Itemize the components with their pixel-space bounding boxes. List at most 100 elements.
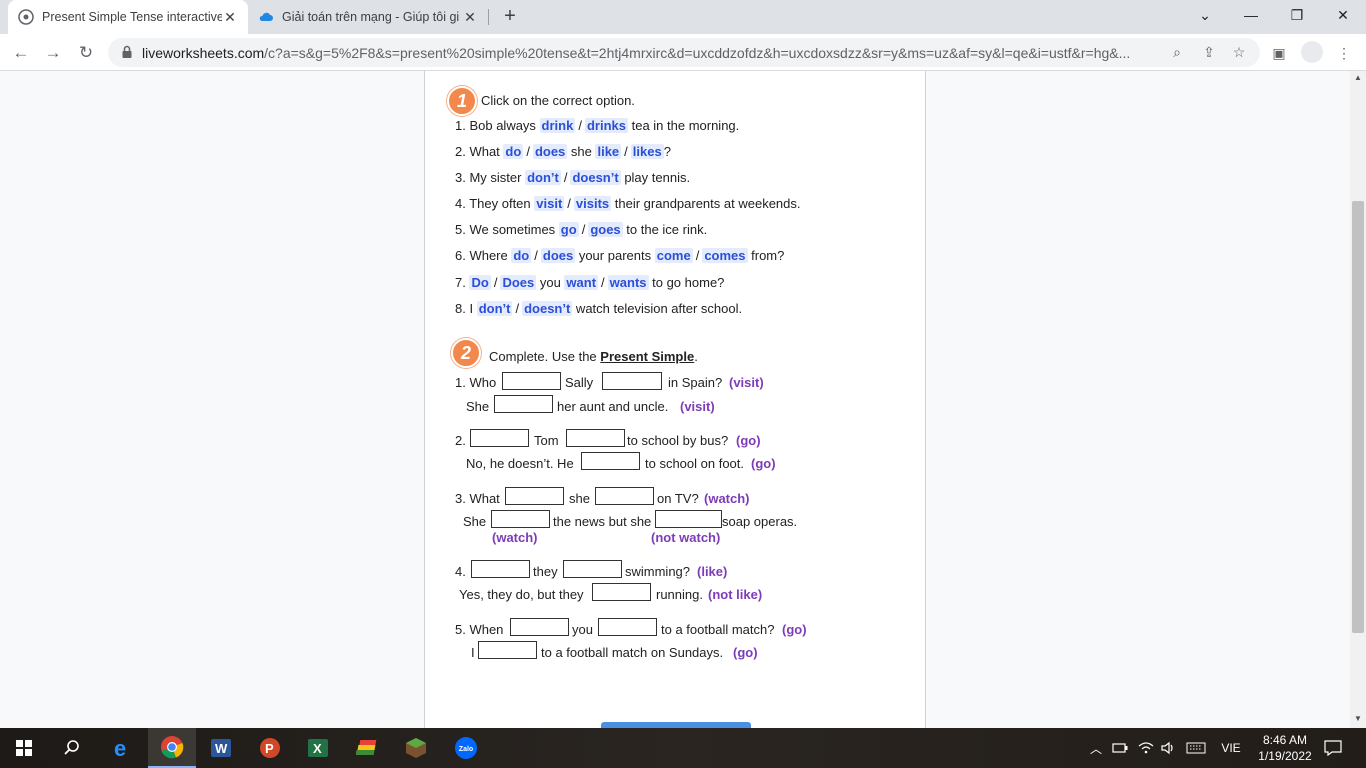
option-c-button[interactable]: come	[654, 248, 693, 263]
option-d-button[interactable]: wants	[607, 275, 649, 290]
q3-blank-1[interactable]	[505, 487, 564, 505]
input-language[interactable]: VIE	[1216, 728, 1246, 768]
option-b-button[interactable]: does	[532, 144, 568, 159]
q2-blank-1[interactable]	[470, 429, 529, 447]
q4-blank-1[interactable]	[471, 560, 530, 578]
option-a-button[interactable]: do	[503, 144, 524, 159]
q1-blank-1[interactable]	[502, 372, 561, 390]
exercise-1-item: 1. Bob always drink / drinks tea in the mo…	[455, 118, 739, 133]
reload-button[interactable]: ↻	[73, 40, 99, 66]
q4-hint: (like)	[697, 564, 728, 579]
menu-kebab-icon[interactable]: ⋮	[1332, 41, 1356, 65]
q1-reply-b: her aunt and uncle.	[557, 399, 669, 414]
tab-search-chevron-icon[interactable]: ⌄	[1182, 0, 1228, 30]
option-separator: /	[534, 248, 538, 263]
address-bar[interactable]: liveworksheets.com/c?a=s&g=5%2F8&s=prese…	[108, 38, 1260, 67]
profile-avatar-icon[interactable]	[1301, 41, 1323, 63]
battery-icon[interactable]	[1110, 728, 1130, 768]
option-b-button[interactable]: doesn’t	[570, 170, 621, 185]
minecraft-app[interactable]	[392, 728, 440, 768]
option-b-button[interactable]: does	[540, 248, 576, 263]
battery-shape	[1112, 743, 1128, 753]
item-text: tea in the morning.	[627, 118, 740, 133]
item-text: your parents	[575, 248, 655, 263]
edge-app[interactable]: e	[99, 728, 147, 768]
q1-blank-2[interactable]	[602, 372, 662, 390]
exercise-1-item: 5. We sometimes go / goes to the ice rink.	[455, 222, 707, 237]
close-tab-icon[interactable]: ✕	[462, 9, 478, 26]
item-text: 1. Bob always	[455, 118, 540, 133]
bookmark-star-icon[interactable]: ☆	[1230, 44, 1248, 62]
scrollbar-thumb[interactable]	[1352, 201, 1364, 633]
tab-present-simple[interactable]: Present Simple Tense interactive ✕	[8, 0, 248, 34]
q4-blank-2[interactable]	[563, 560, 622, 578]
q3-reply-hint-2: (not watch)	[651, 530, 721, 545]
tab-giai-toan[interactable]: Giải toán trên mạng - Giúp tôi gi ✕	[248, 0, 488, 34]
windows-taskbar: e W P X Zalo ︿ VIE 8:46 AM 1/19/2022	[0, 728, 1366, 768]
option-a-button[interactable]: drink	[539, 118, 576, 133]
option-b-button[interactable]: doesn’t	[522, 301, 573, 316]
option-separator: /	[601, 275, 605, 290]
share-icon[interactable]: ⇪	[1200, 44, 1218, 62]
scroll-down-arrow-icon[interactable]: ▼	[1350, 714, 1366, 723]
powerpoint-app[interactable]: P	[246, 728, 294, 768]
back-button[interactable]: ←	[8, 40, 34, 66]
q2-blank-2[interactable]	[566, 429, 625, 447]
q3-blank-2[interactable]	[595, 487, 654, 505]
q5-blank-3[interactable]	[478, 641, 537, 659]
side-panel-icon[interactable]: ▣	[1267, 41, 1291, 65]
option-d-button[interactable]: comes	[702, 248, 748, 263]
system-clock[interactable]: 8:46 AM 1/19/2022	[1250, 732, 1320, 764]
q2-blank-3[interactable]	[581, 452, 640, 470]
search-button[interactable]	[48, 728, 96, 768]
q4-blank-3[interactable]	[592, 583, 651, 601]
item-text: their grandparents at weekends.	[611, 196, 801, 211]
keyboard-icon[interactable]	[1183, 728, 1209, 768]
restore-button[interactable]: ❐	[1274, 0, 1320, 30]
chrome-app[interactable]	[148, 728, 196, 768]
forward-button[interactable]: →	[40, 40, 66, 66]
zalo-app[interactable]: Zalo	[442, 728, 490, 768]
option-a-button[interactable]: go	[558, 222, 579, 237]
option-b-button[interactable]: drinks	[584, 118, 628, 133]
q5-blank-2[interactable]	[598, 618, 657, 636]
action-center-icon[interactable]	[1320, 728, 1346, 768]
option-a-button[interactable]: don’t	[476, 301, 513, 316]
bluestacks-app[interactable]	[344, 728, 392, 768]
zoom-search-icon[interactable]: ⌕	[1168, 44, 1186, 62]
close-tab-icon[interactable]: ✕	[222, 9, 238, 26]
q4-reply-a: Yes, they do, but they	[459, 587, 584, 602]
minimize-button[interactable]: —	[1228, 0, 1274, 30]
instruction-text: Complete. Use the	[489, 349, 601, 364]
option-b-button[interactable]: visits	[573, 196, 612, 211]
q1-blank-3[interactable]	[494, 395, 553, 413]
svg-text:e: e	[114, 736, 126, 760]
excel-app[interactable]: X	[294, 728, 342, 768]
q3-text-b: she	[569, 491, 590, 506]
q3-blank-3[interactable]	[491, 510, 550, 528]
scroll-up-arrow-icon[interactable]: ▲	[1350, 73, 1366, 82]
new-tab-button[interactable]: +	[498, 5, 522, 29]
option-a-button[interactable]: visit	[534, 196, 565, 211]
q5-reply-hint: (go)	[733, 645, 758, 660]
close-window-button[interactable]: ✕	[1320, 0, 1366, 30]
chrome-globe-icon	[18, 9, 34, 25]
page-scrollbar[interactable]: ▲ ▼	[1350, 71, 1366, 728]
volume-icon[interactable]	[1158, 728, 1178, 768]
option-separator: /	[581, 222, 586, 237]
option-b-button[interactable]: goes	[588, 222, 623, 237]
option-a-button[interactable]: don’t	[525, 170, 561, 185]
q3-blank-4[interactable]	[655, 510, 722, 528]
option-b-button[interactable]: Does	[500, 275, 537, 290]
option-c-button[interactable]: want	[564, 275, 599, 290]
network-icon[interactable]	[1136, 728, 1156, 768]
option-a-button[interactable]: Do	[469, 275, 491, 290]
option-c-button[interactable]: like	[595, 144, 622, 159]
show-hidden-icons-chevron-icon[interactable]: ︿	[1088, 728, 1104, 768]
option-d-button[interactable]: likes	[630, 144, 664, 159]
option-a-button[interactable]: do	[511, 248, 532, 263]
word-app[interactable]: W	[197, 728, 245, 768]
start-button[interactable]	[0, 728, 48, 768]
exercise-2-instruction: Complete. Use the Present Simple.	[489, 349, 698, 364]
q5-blank-1[interactable]	[510, 618, 569, 636]
